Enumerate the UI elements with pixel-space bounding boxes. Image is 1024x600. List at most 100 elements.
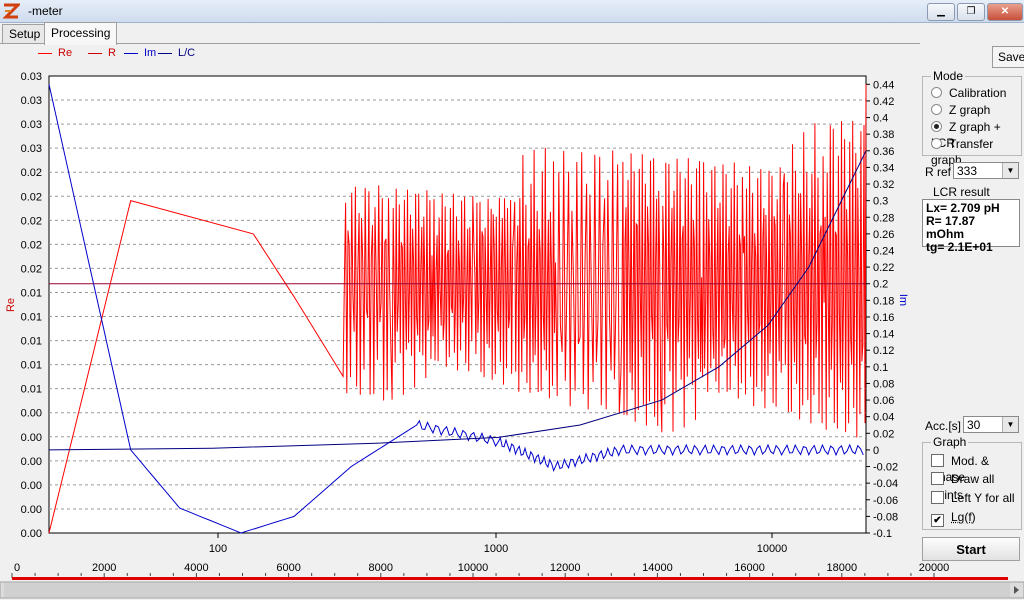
acc-value: 30 [967,418,981,432]
left-tick-label: 0.02 [21,167,42,179]
left-tick-label: 0.00 [21,480,42,492]
graph-options-group: Graph Mod. & Phase Draw all points Left … [922,435,1022,530]
mode-z-graph[interactable]: Z graph [931,102,990,118]
maximize-button[interactable]: ❐ [957,3,985,21]
right-tick-label: 0.24 [873,245,894,257]
right-tick-label: 0.1 [873,362,888,374]
slider-tick-label: 4000 [184,562,208,574]
left-tick-label: 0.01 [21,287,42,299]
slider-tick-label: 12000 [550,562,581,574]
slider-tick-label: 10000 [458,562,489,574]
rref-select[interactable]: 333 ▼ [953,162,1019,179]
left-tick-label: 0.01 [21,336,42,348]
mode-group: Mode Calibration Z graph Z graph + LCR T… [922,69,1022,167]
opt-left-y-for-all[interactable]: Left Y for all [931,490,1015,506]
title-bar: -meter ▁ ❐ ✕ [0,0,1024,23]
scrollbar-thumb[interactable] [4,583,1010,597]
left-tick-label: 0.03 [21,95,42,107]
left-tick-label: 0.03 [21,119,42,131]
right-tick-label: 0.34 [873,162,894,174]
legend-lc-swatch [158,52,172,54]
left-tick-label: 0.01 [21,384,42,396]
right-tick-label: -0.1 [873,528,892,540]
opt-lg-f[interactable]: ✔ Lg(f) [931,509,976,527]
right-tick-label: 0.18 [873,295,894,307]
minimize-button[interactable]: ▁ [927,3,955,21]
right-tick-label: -0.02 [873,462,898,474]
legend-r: R [88,47,116,59]
right-tick-label: -0.04 [873,478,898,490]
right-tick-label: 0.12 [873,345,894,357]
left-tick-label: 0.02 [21,263,42,275]
mode-z-graph-lcr[interactable]: Z graph + LCR [931,119,1021,150]
x-tick-label: 100 [209,543,227,555]
rref-label: R ref [925,165,952,179]
start-button[interactable]: Start [922,537,1020,561]
tab-processing[interactable]: Processing [44,22,118,45]
mode-transfer-graph[interactable]: Transfer graph [931,136,1021,167]
opt-left-y-for-all-label: Left Y for all [951,491,1015,505]
acc-label: Acc.[s] [925,419,962,433]
window-title: -meter [28,4,63,18]
save-button[interactable]: Save [992,46,1024,68]
radio-calibration[interactable] [931,87,942,98]
right-tick-label: 0.02 [873,428,894,440]
slider-tick-label: 20000 [919,562,950,574]
chevron-down-icon[interactable]: ▼ [1002,417,1018,432]
left-tick-label: 0.00 [21,432,42,444]
left-tick-label: 0.03 [21,143,42,155]
lcr-r: R= 17.87 mOhm [926,214,976,241]
legend-lc: L/C [158,47,195,59]
opt-mod-phase[interactable]: Mod. & Phase [931,453,1021,484]
checkbox-left-y-for-all[interactable] [931,491,944,504]
radio-z-graph[interactable] [931,104,942,115]
slider-tick-label: 2000 [92,562,116,574]
checkbox-mod-phase[interactable] [931,454,944,467]
radio-transfer-graph[interactable] [931,138,942,149]
close-button[interactable]: ✕ [987,3,1023,21]
right-tick-label: 0.36 [873,146,894,158]
x-tick-label: 1000 [484,543,508,555]
lcr-tg: tg= 2.1E+01 [926,240,993,254]
chevron-down-icon[interactable]: ▼ [1002,163,1018,178]
y2-axis-label: Im [897,294,909,306]
right-tick-label: 0.06 [873,395,894,407]
right-tick-label: 0.22 [873,262,894,274]
left-tick-label: 0.00 [21,528,42,540]
left-tick-label: 0.03 [21,71,42,83]
legend-im-label: Im [144,47,157,59]
acc-select[interactable]: 30 ▼ [963,416,1019,433]
graph-plot: 0.03 0.03 0.03 0.03 0.02 0.02 0.02 0.02 0.02 0.01… [5,71,909,555]
tab-setup[interactable]: Setup [2,24,48,44]
legend-r-swatch [88,52,102,54]
right-tick-label: 0 [873,445,879,457]
right-tick-label: 0.04 [873,412,894,424]
frequency-slider[interactable]: 0 2000 4000 6000 8000 10000 12000 14000 16000 180… [0,560,1024,600]
legend-im-swatch [124,52,138,54]
slider-ticks: 0 2000 4000 6000 8000 10000 12000 14000 16000 180… [11,562,950,578]
right-tick-label: 0.26 [873,229,894,241]
right-tick-label: 0.08 [873,378,894,390]
left-tick-label: 0.00 [21,504,42,516]
slider-track[interactable] [12,577,1008,580]
tab-divider [0,43,920,44]
right-tick-label: 0.4 [873,113,888,125]
mode-calibration[interactable]: Calibration [931,85,1006,101]
checkbox-lg-f[interactable]: ✔ [931,514,944,527]
mode-calibration-label: Calibration [949,86,1007,100]
left-tick-label: 0.00 [21,456,42,468]
opt-draw-all-points[interactable]: Draw all points [931,471,1021,502]
tab-bar: Setup Processing [0,22,1024,45]
lcr-result-title: LCR result [931,185,992,199]
radio-z-graph-lcr[interactable] [931,121,942,132]
left-tick-label: 0.01 [21,360,42,372]
right-tick-label: 0.38 [873,129,894,141]
mode-group-title: Mode [931,69,966,83]
checkbox-draw-all-points[interactable] [931,472,944,485]
right-tick-label: 0.44 [873,79,894,91]
legend-im: Im [124,47,156,59]
legend-re-label: Re [58,47,73,59]
slider-tick-label: 0 [14,562,20,574]
mode-z-graph-label: Z graph [949,103,991,117]
rref-value: 333 [957,164,978,178]
